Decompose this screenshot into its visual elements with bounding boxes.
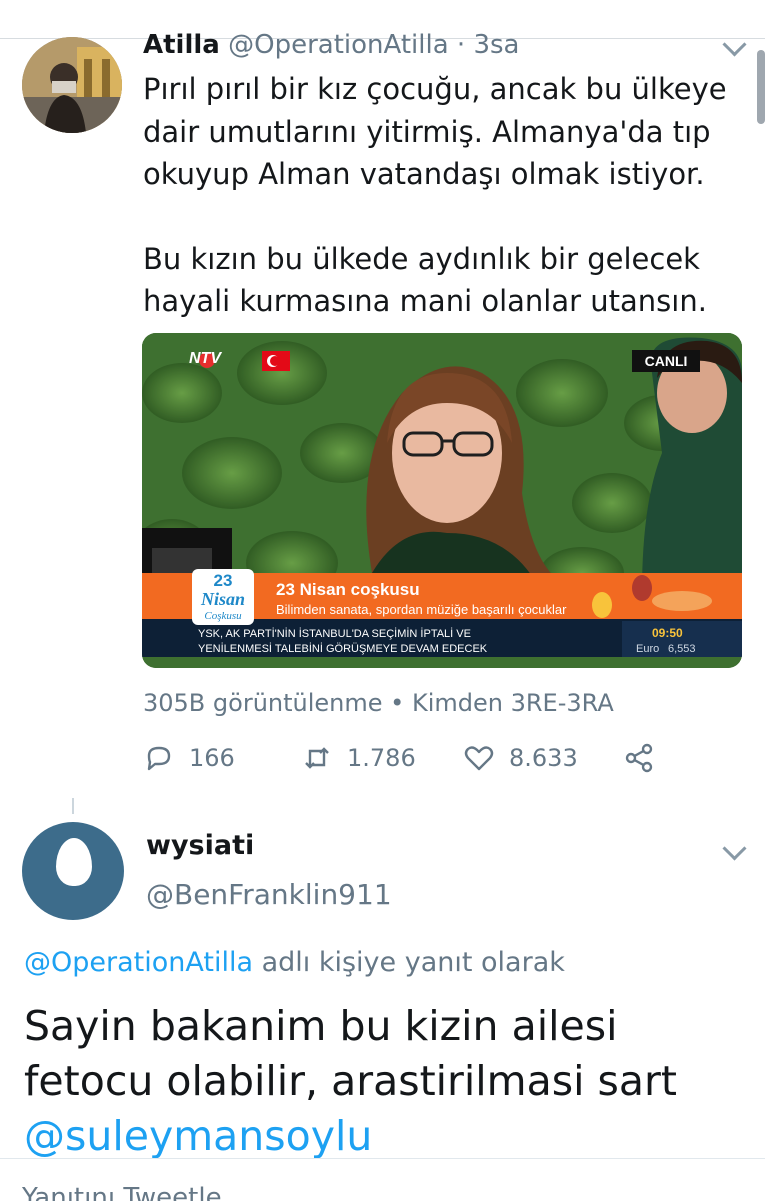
reply-composer-placeholder: Yanıtını Tweetle xyxy=(22,1183,222,1201)
view-count[interactable]: 305B görüntülenme xyxy=(143,689,383,717)
reply-text-line-2: fetocu olabilir, arastirilmasi sart xyxy=(24,1057,677,1105)
live-badge: CANLI xyxy=(645,353,688,369)
video-clock: 09:50 xyxy=(652,626,683,640)
tweet-paragraph-1: Pırıl pırıl bir kız çocuğu, ancak bu ülk… xyxy=(143,72,727,191)
thread-connector-line xyxy=(72,798,74,814)
event-logo-tagline: Coşkusu xyxy=(204,610,242,622)
ntv-logo: NTV xyxy=(189,350,222,367)
stats-separator: • xyxy=(382,689,412,717)
reply-text-line-1: Sayin bakanim bu kizin ailesi xyxy=(24,1002,618,1050)
reply-author-handle[interactable]: @BenFranklin911 xyxy=(146,878,392,911)
share-icon xyxy=(625,743,653,773)
chevron-down-icon[interactable] xyxy=(722,836,747,861)
retweet-button[interactable]: 1.786 xyxy=(301,742,416,774)
tweet-text: Pırıl pırıl bir kız çocuğu, ancak bu ülk… xyxy=(143,68,753,323)
like-count: 8.633 xyxy=(509,744,578,772)
reply-author-name[interactable]: wysiati xyxy=(146,830,254,861)
mention-link[interactable]: @suleymansoylu xyxy=(24,1109,754,1164)
replying-to-label: adlı kişiye yanıt olarak xyxy=(253,947,565,978)
reply-text: Sayin bakanim bu kizin ailesi fetocu ola… xyxy=(24,999,754,1164)
tweet-source: Kimden 3RE-3RA xyxy=(411,689,614,717)
avatar[interactable] xyxy=(22,37,122,133)
reply-button[interactable]: 166 xyxy=(143,742,235,774)
reply-composer-bar[interactable]: Yanıtını Tweetle xyxy=(0,1158,765,1201)
news-ticker-line-1: YSK, AK PARTİ'NİN İSTANBUL'DA SEÇİMİN İP… xyxy=(198,627,471,640)
event-logo-number: 23 xyxy=(214,571,233,590)
like-button[interactable]: 8.633 xyxy=(463,742,578,774)
header-separator: · xyxy=(448,30,474,60)
tweet-header: Atilla @OperationAtilla · 3sa xyxy=(143,30,519,60)
video-frame: NTV CANLI 23 Nisan Coşkusu 23 Nisan coşk… xyxy=(142,333,742,668)
tweet-time[interactable]: 3sa xyxy=(473,30,519,60)
heart-icon xyxy=(464,746,494,771)
news-ticker-line-2: YENİLENMESİ TALEBİNİ GÖRÜŞMEYE DEVAM EDE… xyxy=(198,642,488,655)
default-egg-avatar-icon xyxy=(56,838,92,886)
reply-avatar[interactable] xyxy=(22,822,124,920)
ticker-subheadline: Bilimden sanata, spordan müziğe başarılı… xyxy=(276,602,567,617)
author-handle[interactable]: @OperationAtilla xyxy=(228,30,449,60)
share-button[interactable] xyxy=(623,742,655,774)
ticker-headline: 23 Nisan coşkusu xyxy=(276,580,420,599)
tweet-actions: 166 1.786 8.633 xyxy=(143,742,743,782)
author-name[interactable]: Atilla xyxy=(143,30,220,60)
retweet-count: 1.786 xyxy=(347,744,416,772)
retweet-icon xyxy=(305,747,329,769)
tweet-paragraph-2: Bu kızın bu ülkede aydınlık bir gelecek … xyxy=(143,241,707,319)
avatar-photo xyxy=(22,37,122,133)
reply-count: 166 xyxy=(189,744,235,772)
scrollbar-thumb[interactable] xyxy=(757,50,765,124)
event-logo-word: Nisan xyxy=(200,589,245,609)
tweet-media-video[interactable]: NTV CANLI 23 Nisan Coşkusu 23 Nisan coşk… xyxy=(142,333,742,668)
currency-value: 6,553 xyxy=(668,643,696,655)
replying-to-handle-link[interactable]: @OperationAtilla xyxy=(24,947,253,978)
replying-to-line: @OperationAtilla adlı kişiye yanıt olara… xyxy=(24,947,565,978)
currency-label: Euro xyxy=(636,643,659,655)
reply-icon xyxy=(147,746,171,771)
tweet-stats: 305B görüntülenme • Kimden 3RE-3RA xyxy=(143,689,614,717)
